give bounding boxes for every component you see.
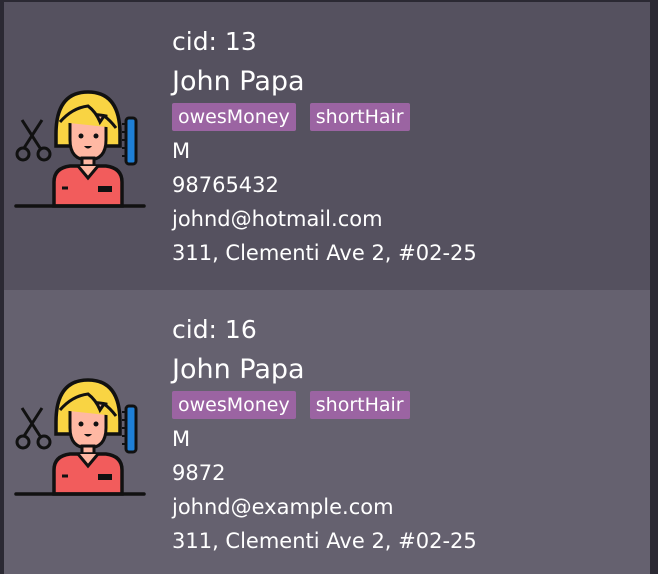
person-card[interactable]: cid: 16 John Papa owesMoney shortHair M … (4, 290, 650, 574)
hairdresser-avatar-icon (14, 378, 146, 496)
person-phone: 98765432 (172, 173, 279, 197)
customer-id: cid: 13 (172, 27, 257, 56)
hairdresser-avatar-icon (14, 90, 146, 208)
person-name: John Papa (172, 66, 305, 97)
person-gender: M (172, 139, 191, 163)
tag-label: shortHair (309, 103, 410, 131)
person-gender: M (172, 427, 191, 451)
customer-id: cid: 16 (172, 315, 257, 344)
person-info: cid: 13 John Papa owesMoney shortHair M … (172, 24, 477, 270)
person-address: 311, Clementi Ave 2, #02-25 (172, 241, 477, 265)
person-name: John Papa (172, 354, 305, 385)
tag-list: owesMoney shortHair (172, 391, 477, 419)
tag-list: owesMoney shortHair (172, 103, 477, 131)
scrollbar-track[interactable] (650, 0, 658, 574)
person-list[interactable]: cid: 13 John Papa owesMoney shortHair M … (0, 0, 658, 574)
person-email: johnd@example.com (172, 495, 394, 519)
person-address: 311, Clementi Ave 2, #02-25 (172, 529, 477, 553)
person-phone: 9872 (172, 461, 226, 485)
person-card[interactable]: cid: 13 John Papa owesMoney shortHair M … (4, 2, 650, 290)
person-email: johnd@hotmail.com (172, 207, 383, 231)
tag-label: shortHair (309, 391, 410, 419)
person-info: cid: 16 John Papa owesMoney shortHair M … (172, 312, 477, 558)
tag-label: owesMoney (172, 391, 296, 419)
tag-label: owesMoney (172, 103, 296, 131)
